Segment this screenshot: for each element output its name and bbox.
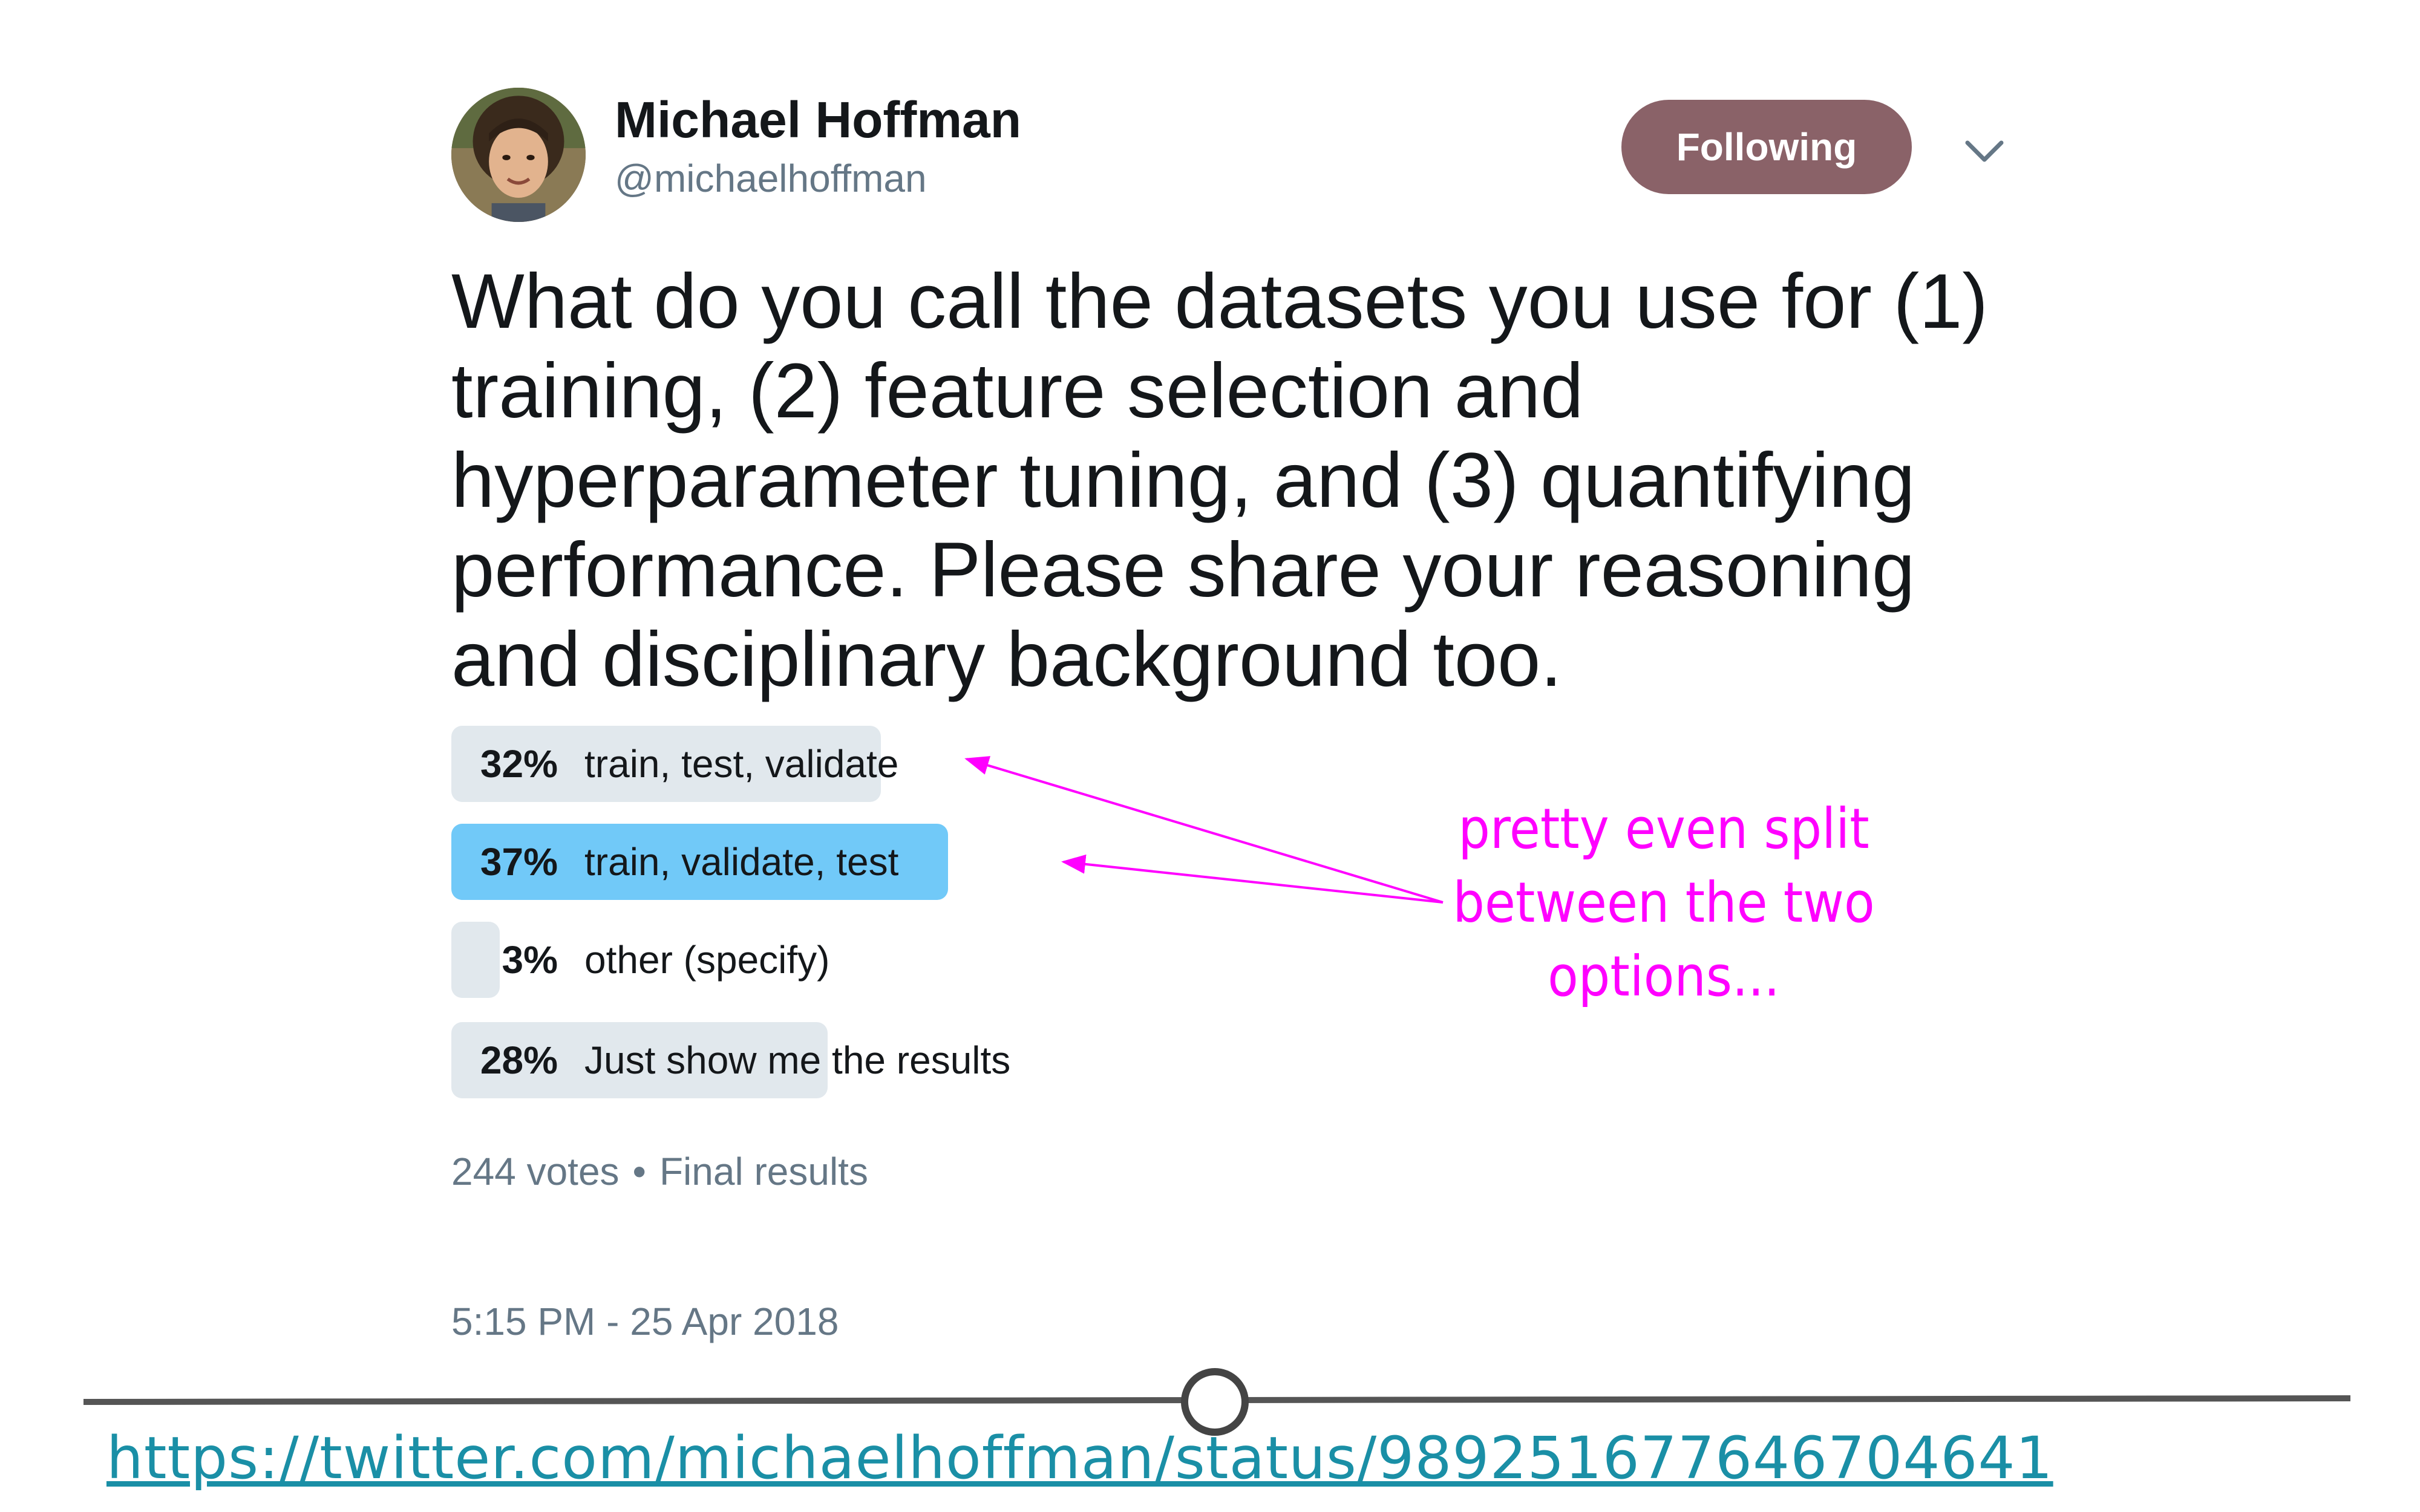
tweet-text-line: What do you call the datasets you use fo… [451,258,1988,345]
user-avatar[interactable] [451,88,586,222]
poll-option: 37% train, validate, test [451,824,1480,900]
poll-option-label: train, test, validate [584,742,899,786]
poll-percent: 37% [480,840,558,884]
annotation-line: pretty even split [1458,797,1869,861]
separator-dot: • [632,1150,646,1193]
user-photo-icon [451,88,586,222]
following-button[interactable]: Following [1621,100,1912,194]
tweet-text-line: and disciplinary background too. [451,616,1562,703]
poll-status: Final results [659,1150,868,1193]
divider-circle-icon [1181,1368,1249,1436]
annotation-line: options... [1548,944,1780,1009]
tweet-text-line: performance. Please share your reasoning [451,527,1915,613]
poll-percent: 3% [502,938,558,982]
tweet-text-line: training, (2) feature selection and [451,348,1584,434]
poll-option: 28% Just show me the results [451,1022,1480,1098]
poll-summary: 244 votes • Final results [451,1149,868,1194]
tweet-text-line: hyperparameter tuning, and (3) quantifyi… [451,437,1915,524]
annotation-line: between the two [1453,870,1875,935]
poll-vote-count: 244 votes [451,1150,620,1193]
tweet-timestamp[interactable]: 5:15 PM - 25 Apr 2018 [451,1299,839,1344]
poll-option-label: other (specify) [584,938,830,982]
poll-percent: 32% [480,742,558,786]
poll-percent: 28% [480,1038,558,1082]
poll-option: 32% train, test, validate [451,726,1480,802]
source-link[interactable]: https://twitter.com/michaelhoffman/statu… [106,1424,2053,1492]
chevron-down-icon[interactable] [1960,133,2009,169]
poll-option: 3% other (specify) [451,922,1480,998]
author-display-name[interactable]: Michael Hoffman [615,91,1021,149]
author-handle[interactable]: @michaelhoffman [615,156,927,201]
annotation-text: pretty even split between the two option… [1440,792,1888,1014]
tweet-text: What do you call the datasets you use fo… [451,257,2055,705]
poll-option-label: train, validate, test [584,840,899,884]
poll-option-label: Just show me the results [584,1038,1011,1082]
